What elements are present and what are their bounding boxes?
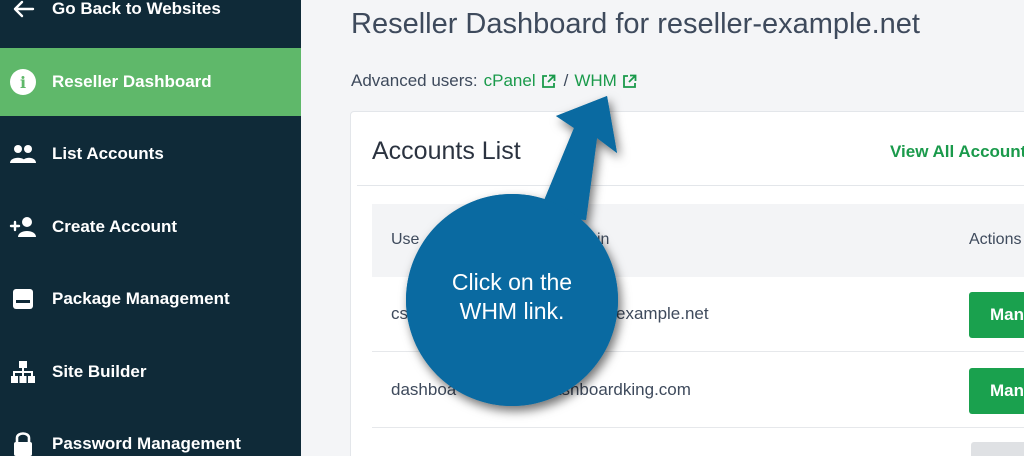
sidebar-item-label: Package Management [52,289,230,308]
account-domain: example.net [616,304,709,323]
callout-line-1: Click on the [451,269,573,295]
sidebar-item-label: Reseller Dashboard [52,72,212,91]
cpanel-link-text: cPanel [483,71,536,90]
sidebar-item-reseller-dashboard[interactable]: i Reseller Dashboard [0,48,301,116]
users-icon [9,140,37,168]
callout-line-2: WHM link. [459,298,565,324]
account-user: dashboa [391,380,457,399]
column-header-user: Use [391,231,420,248]
main-content: Reseller Dashboard for reseller-example.… [301,0,1024,456]
table-row: dashboa ashboardking.com Manage [372,353,1024,428]
arrow-left-icon [9,0,37,23]
manage-button[interactable]: Manage [969,292,1024,338]
advanced-users-line: Advanced users: cPanel / WHM [351,71,639,91]
manage-button[interactable]: Manage [969,368,1024,414]
add-user-icon [9,213,37,241]
callout-text: Click on the WHM link. [414,268,610,326]
disabled-button [971,442,1024,456]
lock-icon [9,430,37,456]
table-header: Use in Actions [372,204,1024,277]
sidebar-item-go-back[interactable]: Go Back to Websites [0,0,301,43]
sidebar-item-label: Go Back to Websites [52,0,221,18]
sidebar-item-site-builder[interactable]: Site Builder [0,338,301,406]
cpanel-link[interactable]: cPanel [484,71,558,91]
whm-link[interactable]: WHM [574,71,638,91]
sidebar-item-label: Password Management [52,434,241,453]
external-link-icon [541,74,556,88]
divider [357,185,1024,186]
sidebar: Go Back to Websites i Reseller Dashboard… [0,0,301,456]
external-link-icon [622,74,637,88]
info-icon: i [9,68,37,96]
accounts-list-title: Accounts List [372,137,521,165]
sidebar-item-password-management[interactable]: Password Management [0,410,301,456]
view-all-accounts-link[interactable]: View All Accounts [890,142,1024,162]
package-icon [9,285,37,313]
column-header-actions: Actions [969,231,1022,248]
sidebar-item-create-account[interactable]: Create Account [0,193,301,261]
sidebar-item-label: Site Builder [52,362,147,381]
page-title: Reseller Dashboard for reseller-example.… [351,8,920,40]
sidebar-item-label: Create Account [52,217,178,236]
account-domain: ashboardking.com [552,380,691,399]
account-user: cs [391,304,408,323]
link-separator: / [563,71,569,90]
sidebar-item-package-management[interactable]: Package Management [0,265,301,333]
column-header-domain: in [597,231,610,248]
advanced-users-label: Advanced users: [351,71,478,90]
whm-link-text: WHM [574,71,617,90]
sidebar-item-list-accounts[interactable]: List Accounts [0,120,301,188]
sidebar-item-label: List Accounts [52,144,164,163]
sitemap-icon [9,358,37,386]
